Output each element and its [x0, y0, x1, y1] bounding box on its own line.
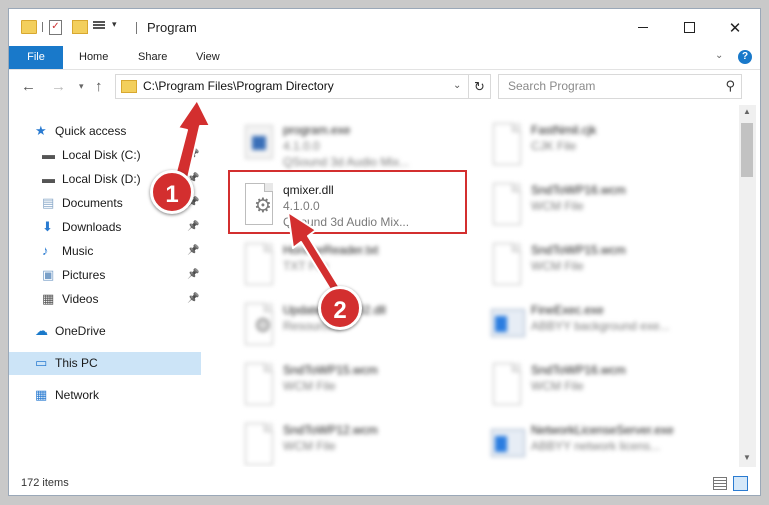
- arrow-1: [174, 99, 211, 179]
- annotation-arrows: [174, 99, 341, 295]
- arrow-2: [287, 211, 341, 295]
- callout-2: 2: [318, 286, 362, 330]
- callout-1: 1: [150, 170, 194, 214]
